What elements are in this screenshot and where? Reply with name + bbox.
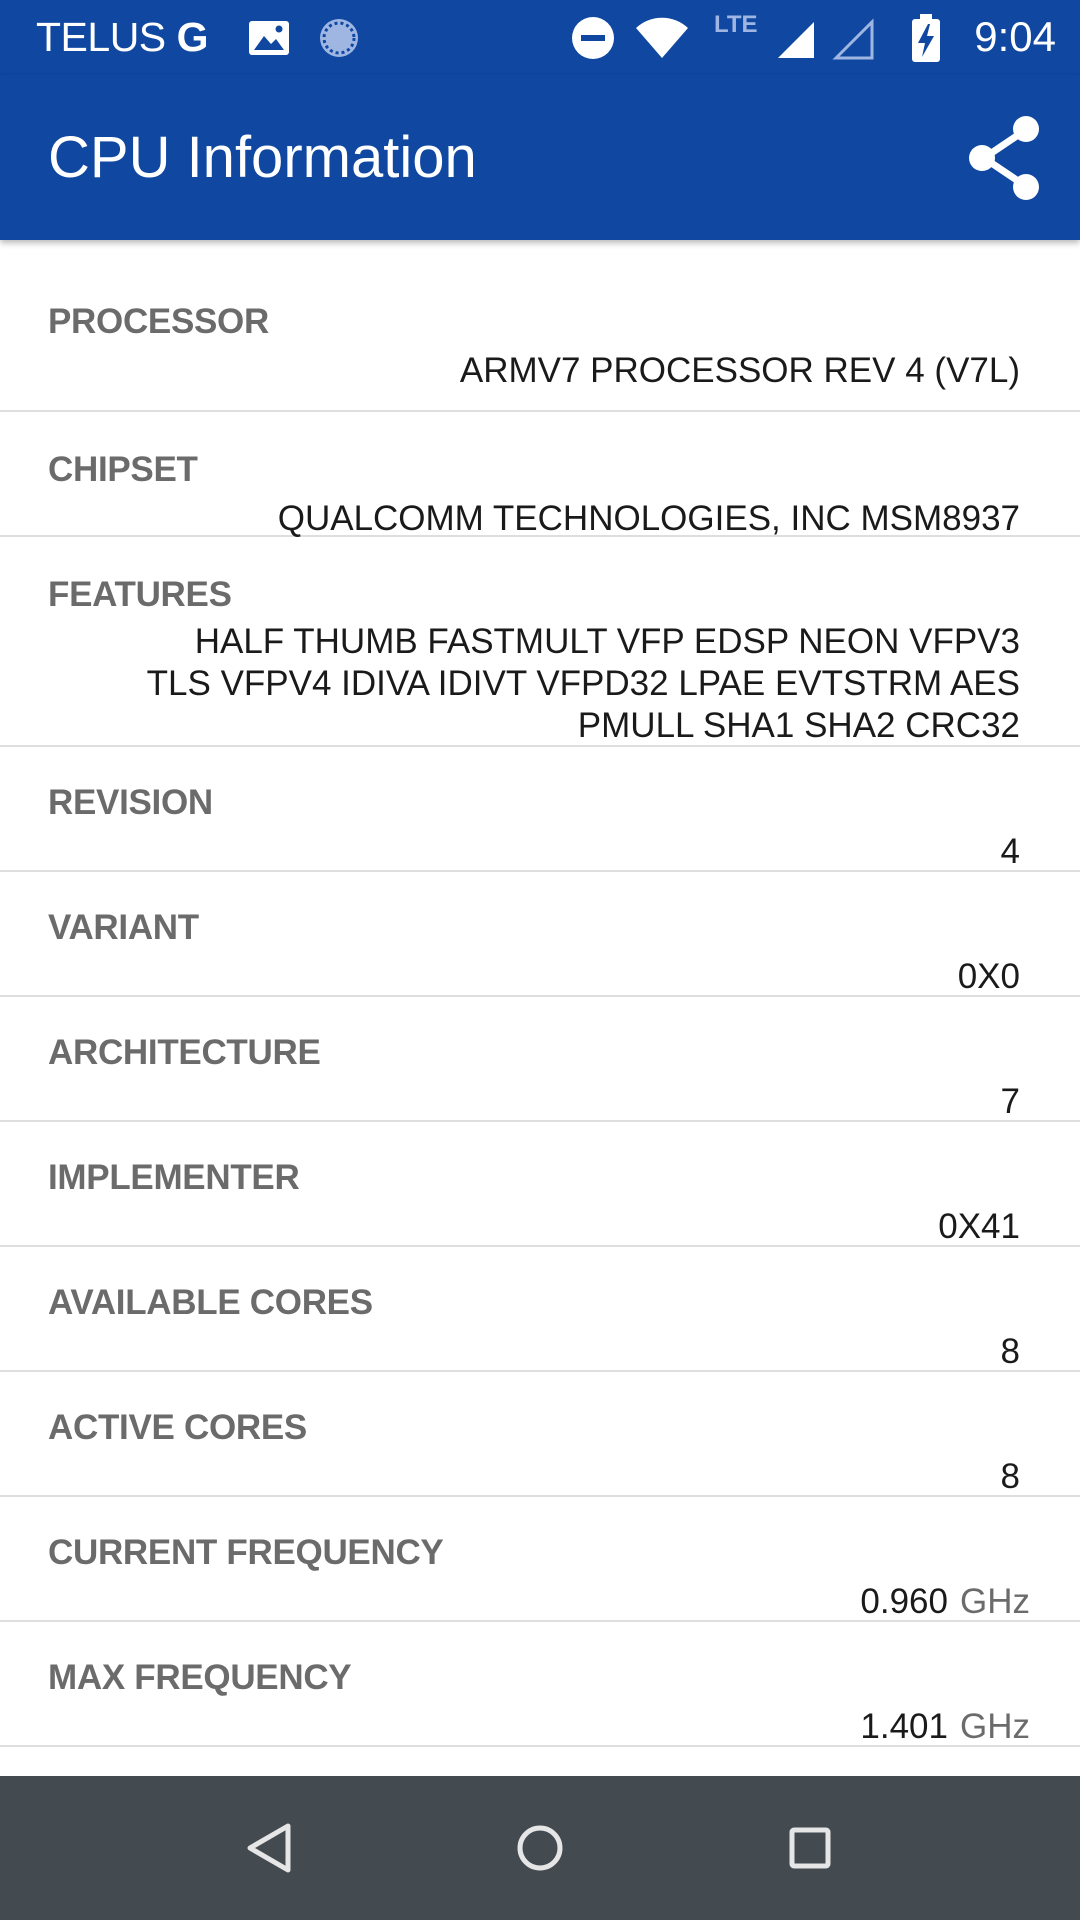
frequency-unit: GHz: [960, 1707, 1030, 1746]
row-label: IMPLEMENTER: [48, 1158, 300, 1197]
row-label: AVAILABLE CORES: [48, 1283, 373, 1322]
row-value: 0X0: [957, 957, 1020, 996]
recents-icon: [789, 1827, 831, 1869]
share-button[interactable]: [960, 113, 1050, 203]
back-icon: [247, 1823, 291, 1873]
info-row-features: FEATURES HALF THUMB FASTMULT VFP EDSP NE…: [0, 537, 1080, 747]
carrier-label: TELUS G: [36, 12, 208, 62]
row-label: PROCESSOR: [48, 302, 269, 341]
row-label: VARIANT: [48, 908, 199, 947]
row-value: 0X41: [938, 1207, 1020, 1246]
network-type-label: LTE: [714, 11, 758, 38]
row-value: ARMV7 PROCESSOR REV 4 (V7L): [459, 351, 1020, 390]
info-row-current-frequency: CURRENT FREQUENCY 0.960 GHz: [0, 1497, 1080, 1622]
wifi-icon: [636, 17, 688, 58]
row-value: 0.960 GHz: [70, 1581, 1030, 1623]
back-button[interactable]: [220, 1798, 320, 1898]
signal-icon: [778, 22, 814, 58]
page-title: CPU Information: [48, 125, 477, 190]
status-bar: TELUS G LTE 9:04: [0, 0, 1080, 75]
info-row-active-cores: ACTIVE CORES 8: [0, 1372, 1080, 1497]
row-value: 4: [1000, 832, 1020, 871]
recents-button[interactable]: [760, 1798, 860, 1898]
info-row-max-frequency: MAX FREQUENCY 1.401 GHz: [0, 1622, 1080, 1747]
row-label: ARCHITECTURE: [48, 1033, 321, 1072]
row-label: ACTIVE CORES: [48, 1408, 307, 1447]
info-row-variant: VARIANT 0X0: [0, 872, 1080, 997]
info-row-processor: PROCESSOR ARMV7 PROCESSOR REV 4 (V7L): [0, 240, 1080, 412]
row-label: FEATURES: [48, 575, 232, 614]
sync-icon: [320, 19, 358, 57]
home-button[interactable]: [490, 1798, 590, 1898]
signal-empty-icon: [832, 18, 874, 60]
row-value: QUALCOMM TECHNOLOGIES, INC MSM8937: [277, 499, 1020, 538]
info-row-architecture: ARCHITECTURE 7: [0, 997, 1080, 1122]
row-label: REVISION: [48, 783, 213, 822]
frequency-value: 1.401: [860, 1707, 948, 1746]
carrier-name: TELUS: [36, 14, 166, 60]
row-value: 7: [1000, 1082, 1020, 1121]
info-row-chipset: CHIPSET QUALCOMM TECHNOLOGIES, INC MSM89…: [0, 412, 1080, 538]
info-row-available-cores: AVAILABLE CORES 8: [0, 1247, 1080, 1372]
row-label: CHIPSET: [48, 450, 198, 489]
app-bar: CPU Information: [0, 75, 1080, 240]
row-value: 8: [1000, 1332, 1020, 1371]
frequency-unit: GHz: [960, 1582, 1030, 1621]
image-icon: [249, 21, 289, 55]
navigation-bar: [0, 1776, 1080, 1920]
info-row-revision: REVISION 4: [0, 747, 1080, 872]
do-not-disturb-icon: [572, 17, 614, 59]
frequency-value: 0.960: [860, 1582, 948, 1621]
share-icon: [969, 116, 1039, 200]
clock: 9:04: [974, 13, 1056, 60]
home-icon: [517, 1825, 563, 1871]
row-value: HALF THUMB FASTMULT VFP EDSP NEON VFPV3 …: [146, 622, 1020, 745]
battery-charging-icon: [912, 14, 940, 62]
row-label: CURRENT FREQUENCY: [48, 1533, 444, 1572]
cpu-info-list[interactable]: PROCESSOR ARMV7 PROCESSOR REV 4 (V7L) CH…: [0, 240, 1080, 1776]
screen: TELUS G LTE 9:04 CPU Information PROCESS…: [0, 0, 1080, 1920]
network-letter: G: [176, 14, 209, 60]
row-value: 1.401 GHz: [70, 1706, 1030, 1748]
row-label: MAX FREQUENCY: [48, 1658, 352, 1697]
row-value: 8: [1000, 1457, 1020, 1496]
info-row-implementer: IMPLEMENTER 0X41: [0, 1122, 1080, 1247]
